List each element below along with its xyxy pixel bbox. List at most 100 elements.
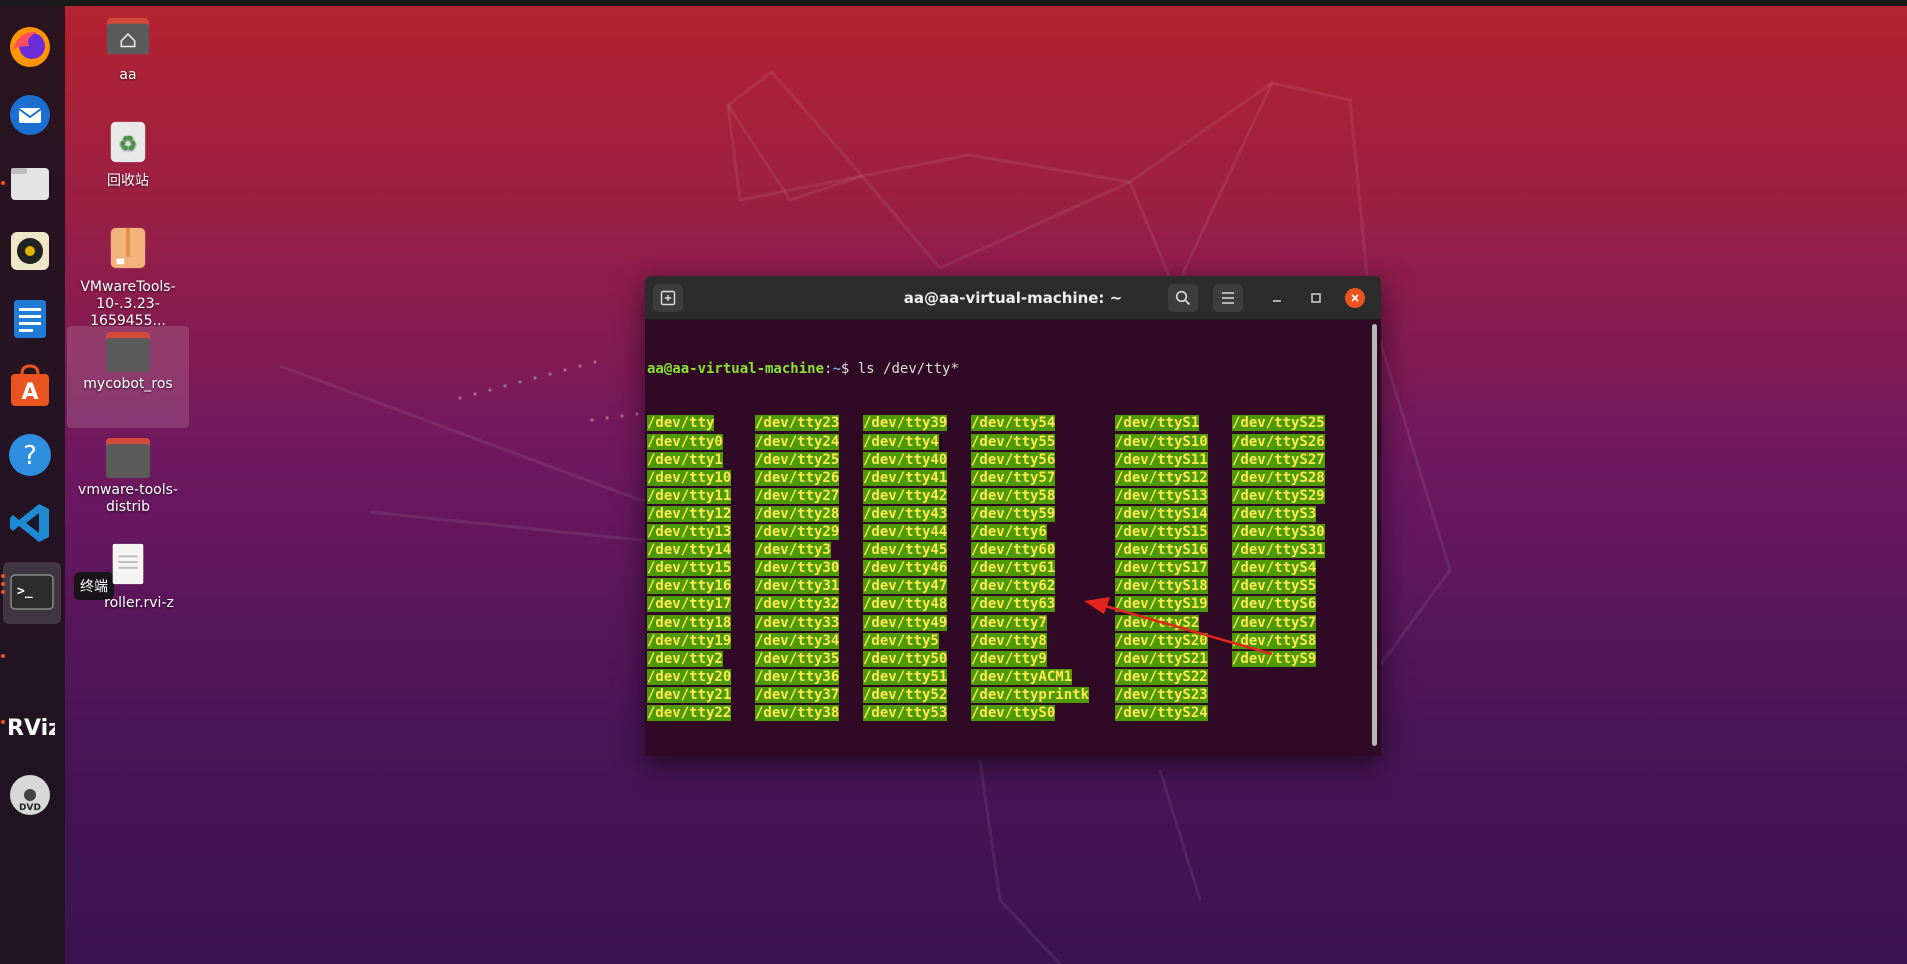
rhythmbox-icon[interactable] [5, 226, 55, 276]
desktop-icon-vmware-tools-distrib[interactable]: vmware-tools-distrib [67, 432, 189, 516]
tty-device-name: /dev/tty58 [971, 487, 1056, 504]
tty-device-entry: /dev/tty14 [647, 541, 732, 559]
writer-icon[interactable] [5, 294, 55, 344]
tty-device-entry: /dev/tty17 [647, 595, 732, 613]
tty-device-name: /dev/ttyS15 [1115, 524, 1208, 541]
firefox-icon[interactable] [5, 22, 55, 72]
dock: A ? >_ RViz DVD [0, 6, 65, 964]
desktop-icon-vmwaretools[interactable]: VMwareTools-10-.3.23-1659455... [67, 226, 189, 330]
dvd-icon[interactable]: DVD [5, 770, 55, 820]
tty-device-name: /dev/ttyS8 [1232, 632, 1317, 649]
terminal-icon[interactable]: >_ [3, 562, 61, 624]
tty-device-name: /dev/tty30 [755, 560, 840, 577]
thunderbird-icon[interactable] [5, 90, 55, 140]
desktop-icon-mycobot-ros[interactable]: mycobot_ros [67, 326, 189, 428]
svg-text:A: A [21, 380, 38, 405]
tty-device-entry: /dev/ttyS22 [1115, 668, 1208, 686]
document-icon [112, 543, 144, 585]
tty-device-entry: /dev/tty21 [647, 686, 732, 704]
tty-device-name: /dev/ttyS20 [1115, 632, 1208, 649]
tty-device-entry: /dev/ttyS19 [1115, 595, 1208, 613]
tty-device-entry: /dev/ttyS30 [1232, 523, 1325, 541]
tty-device-name: /dev/tty61 [971, 560, 1056, 577]
tty-device-name: /dev/tty42 [863, 487, 948, 504]
prompt-user: aa@aa-virtual-machine [647, 361, 825, 378]
tty-device-entry: /dev/tty48 [863, 595, 948, 613]
tty-device-name: /dev/tty48 [863, 596, 948, 613]
help-icon[interactable]: ? [5, 430, 55, 480]
tty-device-entry: /dev/tty61 [971, 559, 1089, 577]
tty-device-entry: /dev/tty16 [647, 577, 732, 595]
tty-device-entry: /dev/tty63 [971, 595, 1089, 613]
maximize-button[interactable] [1306, 288, 1326, 308]
tty-device-entry: /dev/ttyS16 [1115, 541, 1208, 559]
tty-device-name: /dev/tty32 [755, 596, 840, 613]
tty-device-entry: /dev/tty46 [863, 559, 948, 577]
tty-device-entry: /dev/ttyS12 [1115, 469, 1208, 487]
desktop-icon-home[interactable]: aa [67, 14, 189, 84]
tty-device-name: /dev/tty9 [971, 650, 1047, 667]
tty-device-name: /dev/ttyS25 [1232, 415, 1325, 432]
tty-device-entry: /dev/ttyS9 [1232, 650, 1325, 668]
tty-device-name: /dev/tty60 [971, 542, 1056, 559]
software-center-icon[interactable]: A [5, 362, 55, 412]
ls-column: /dev/tty/dev/tty0/dev/tty1/dev/tty10/dev… [647, 414, 732, 722]
terminal-output[interactable]: aa@aa-virtual-machine:~$ ls /dev/tty* /d… [645, 320, 1381, 756]
tty-device-entry: /dev/ttyS8 [1232, 632, 1325, 650]
rviz-icon[interactable]: RViz [5, 702, 55, 752]
tty-device-name: /dev/ttyS30 [1232, 524, 1325, 541]
desktop-icon-label: vmware-tools-distrib [78, 482, 178, 515]
search-button[interactable] [1168, 284, 1198, 312]
svg-text:?: ? [23, 441, 37, 471]
tty-device-entry: /dev/tty51 [863, 668, 948, 686]
tty-device-entry: /dev/tty23 [755, 414, 840, 432]
tty-device-entry: /dev/tty30 [755, 559, 840, 577]
tty-device-name: /dev/ttyS21 [1115, 650, 1208, 667]
tty-device-name: /dev/ttyS19 [1115, 596, 1208, 613]
menu-button[interactable] [1213, 284, 1243, 312]
tty-device-name: /dev/tty [647, 415, 715, 432]
tty-device-name: /dev/ttyS22 [1115, 668, 1208, 685]
tty-device-entry: /dev/tty8 [971, 632, 1089, 650]
tty-device-entry: /dev/tty13 [647, 523, 732, 541]
tty-device-name: /dev/tty36 [755, 668, 840, 685]
tty-device-name: /dev/tty31 [755, 578, 840, 595]
tty-device-name: /dev/ttyS7 [1232, 614, 1317, 631]
tty-device-name: /dev/tty16 [647, 578, 732, 595]
tty-device-entry: /dev/ttyS31 [1232, 541, 1325, 559]
tty-device-entry: /dev/tty0 [647, 433, 731, 451]
close-button[interactable] [1345, 288, 1365, 308]
maximize-icon [1311, 293, 1321, 303]
tty-device-entry: /dev/ttyS6 [1232, 595, 1325, 613]
files-icon[interactable] [5, 158, 55, 208]
tty-device-entry: /dev/ttyS0 [971, 704, 1089, 722]
minimize-button[interactable] [1267, 288, 1287, 308]
running-indicator [1, 654, 5, 658]
tty-device-name: /dev/tty10 [647, 469, 732, 486]
tty-device-name: /dev/tty14 [647, 542, 732, 559]
vscode-icon[interactable] [5, 498, 55, 548]
tty-device-entry: /dev/ttyS18 [1115, 577, 1208, 595]
terminal-window[interactable]: aa@aa-virtual-machine: ~ aa@aa-virtual-m… [645, 276, 1381, 756]
tty-device-name: /dev/ttyS16 [1115, 542, 1208, 559]
tty-device-name: /dev/ttyS26 [1232, 433, 1325, 450]
tty-device-name: /dev/tty51 [863, 668, 948, 685]
desktop-icon-rviz-file[interactable]: roller.rvi-z [67, 542, 189, 612]
desktop-icon-trash[interactable]: ♻ 回收站 [67, 120, 189, 190]
tty-device-name: /dev/ttyS5 [1232, 578, 1317, 595]
tty-device-name: /dev/ttyS4 [1232, 560, 1317, 577]
tty-device-name: /dev/tty28 [755, 505, 840, 522]
tty-device-entry: /dev/tty4 [863, 433, 947, 451]
tty-device-name: /dev/ttyS9 [1232, 650, 1317, 667]
trash-icon: ♻ [110, 121, 146, 163]
tty-device-name: /dev/tty40 [863, 451, 948, 468]
tty-device-entry: /dev/ttyS27 [1232, 451, 1325, 469]
tty-device-name: /dev/ttyS6 [1232, 596, 1317, 613]
tty-device-entry: /dev/tty47 [863, 577, 948, 595]
tty-device-entry: /dev/ttyS5 [1232, 577, 1325, 595]
tty-device-name: /dev/ttyS14 [1115, 505, 1208, 522]
tty-device-name: /dev/tty23 [755, 415, 840, 432]
terminal-scrollbar[interactable] [1372, 324, 1377, 746]
tty-device-name: /dev/tty53 [863, 704, 948, 721]
terminal-header[interactable]: aa@aa-virtual-machine: ~ [645, 276, 1381, 320]
